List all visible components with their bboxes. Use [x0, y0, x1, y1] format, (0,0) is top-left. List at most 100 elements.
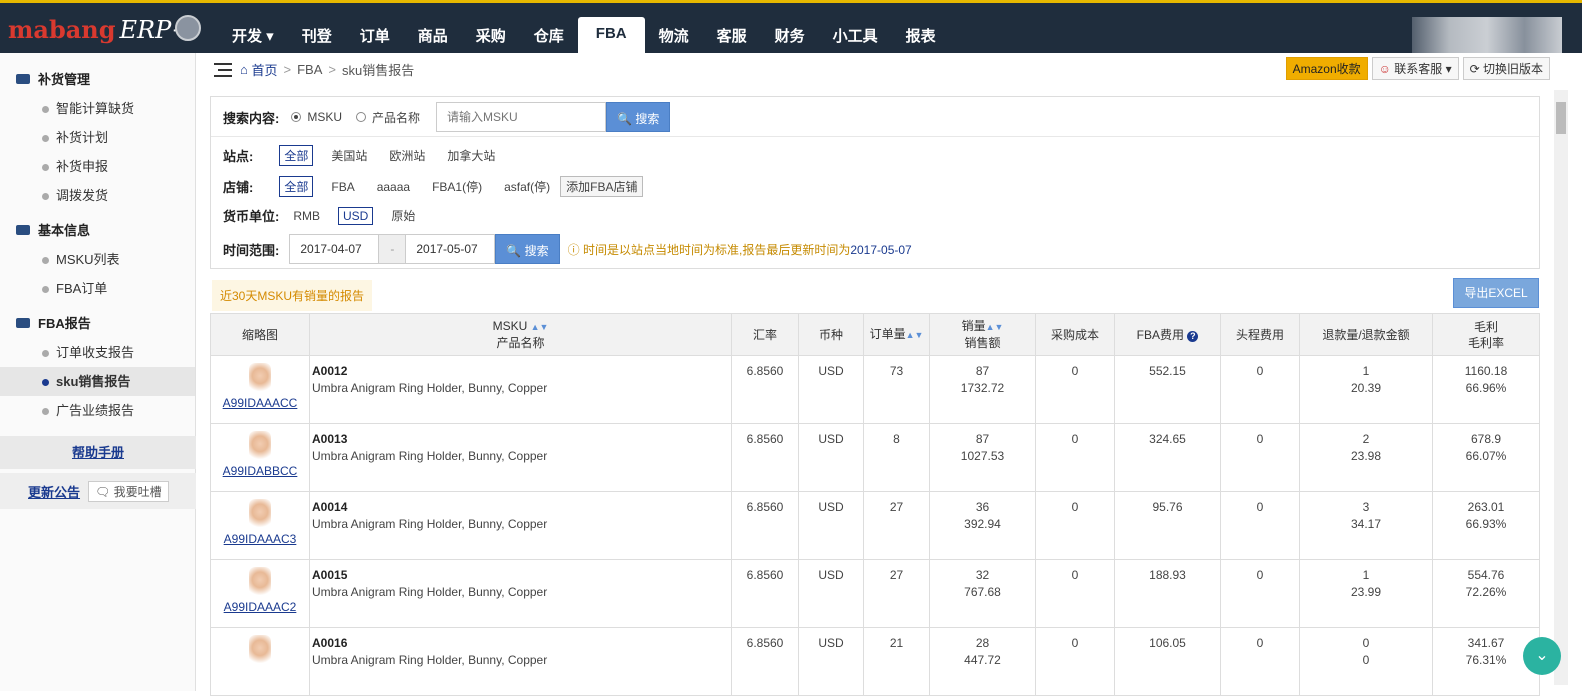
- currency-option[interactable]: USD: [338, 206, 374, 225]
- sort-icon[interactable]: ▲▼: [986, 322, 1004, 332]
- head-fee-cell: 0: [1220, 355, 1300, 424]
- scroll-down-button[interactable]: ⌄: [1523, 637, 1561, 675]
- refund-cell: 1 20.39: [1299, 355, 1433, 424]
- currency-cell: USD: [798, 355, 864, 424]
- notice-link[interactable]: 更新公告: [28, 482, 80, 501]
- col-profit: 毛利 毛利率: [1432, 313, 1540, 356]
- switch-version-button[interactable]: ⟳ 切换旧版本: [1462, 57, 1550, 80]
- contact-support-button[interactable]: ☺ 联系客服 ▾: [1371, 57, 1459, 80]
- nav-item[interactable]: 仓库: [520, 17, 578, 53]
- search-icon: 🔍: [506, 244, 525, 258]
- search-button[interactable]: 🔍 搜索: [606, 102, 671, 132]
- amazon-payment-button[interactable]: Amazon收款: [1285, 57, 1368, 80]
- head-fee-cell: 0: [1220, 423, 1300, 492]
- col-thumb: 缩略图: [210, 313, 310, 356]
- currency-option[interactable]: 原始: [387, 206, 419, 225]
- margin-value: 66.93%: [1465, 517, 1507, 531]
- nav-item-fba[interactable]: FBA: [577, 17, 645, 53]
- col-sales[interactable]: 销量▲▼ 销售额: [929, 313, 1036, 356]
- nav-item[interactable]: 商品: [404, 17, 462, 53]
- product-thumbnail[interactable]: [249, 431, 271, 463]
- date-to-input[interactable]: 2017-05-07: [405, 234, 496, 264]
- profit-cell: 263.01 66.93%: [1432, 491, 1540, 560]
- help-icon[interactable]: ?: [1187, 330, 1199, 342]
- sales-qty: 28: [975, 636, 990, 650]
- breadcrumb-separator: >: [283, 62, 292, 77]
- feedback-button[interactable]: 🗨 我要吐槽: [88, 480, 169, 502]
- profit-value: 1160.18: [1464, 364, 1508, 378]
- breadcrumb-current: sku销售报告: [341, 63, 415, 78]
- store-option[interactable]: FBA1(停): [428, 177, 486, 196]
- refund-cell: 1 23.99: [1299, 559, 1433, 628]
- truck-icon: [16, 317, 30, 328]
- asin-link[interactable]: A99IDAAAC2: [224, 600, 297, 614]
- product-thumbnail[interactable]: [249, 567, 271, 599]
- breadcrumb-home[interactable]: 首页: [251, 60, 277, 79]
- nav-item[interactable]: 财务: [761, 17, 819, 53]
- currency-option[interactable]: RMB: [289, 208, 324, 224]
- sales-qty: 32: [975, 568, 990, 582]
- sort-icon[interactable]: ▲▼: [531, 322, 549, 332]
- radio-product[interactable]: [356, 112, 367, 122]
- col-orders[interactable]: 订单量▲▼: [863, 313, 930, 356]
- breadcrumb-fba[interactable]: FBA: [297, 62, 322, 77]
- search-input[interactable]: [436, 102, 607, 132]
- currency-cell: USD: [798, 491, 864, 560]
- user-info-blurred[interactable]: [1412, 17, 1562, 53]
- sidebar-item[interactable]: 智能计算缺货: [0, 94, 195, 123]
- sidebar-item[interactable]: 补货计划: [0, 123, 195, 152]
- product-thumbnail[interactable]: [249, 499, 271, 531]
- nav-item[interactable]: 采购: [462, 17, 520, 53]
- asin-link[interactable]: A99IDAAAC3: [224, 532, 297, 546]
- sidebar-item[interactable]: 调拨发货: [0, 181, 195, 210]
- sidebar-item-active[interactable]: sku销售报告: [0, 367, 195, 396]
- add-store-button[interactable]: 添加FBA店铺: [560, 176, 644, 197]
- rate-cell: 6.8560: [731, 491, 799, 560]
- store-option[interactable]: aaaaa: [373, 179, 414, 195]
- asin-link[interactable]: A99IDAAACC: [223, 396, 298, 410]
- sidebar-item[interactable]: 补货申报: [0, 152, 195, 181]
- nav-item[interactable]: 刊登: [288, 17, 346, 53]
- msku-value: A0015: [312, 568, 348, 582]
- store-option[interactable]: FBA: [327, 179, 358, 195]
- site-option[interactable]: 欧洲站: [385, 146, 429, 165]
- date-search-button[interactable]: 🔍 搜索: [495, 234, 560, 264]
- time-tip-date: 2017-05-07: [850, 242, 912, 257]
- logo[interactable]: mabang ERP+: [8, 15, 191, 44]
- site-option[interactable]: 加拿大站: [443, 146, 499, 165]
- asin-link[interactable]: A99IDABBCC: [223, 464, 298, 478]
- product-thumbnail[interactable]: [249, 635, 271, 667]
- sidebar-item[interactable]: FBA订单: [0, 274, 195, 303]
- site-option[interactable]: 美国站: [327, 146, 371, 165]
- head-fee-cell: 0: [1220, 559, 1300, 628]
- store-option[interactable]: 全部: [279, 176, 314, 197]
- nav-item[interactable]: 客服: [703, 17, 761, 53]
- nav-item[interactable]: 物流: [645, 17, 703, 53]
- sales-cell: 28 447.72: [929, 627, 1036, 696]
- date-from-input[interactable]: 2017-04-07: [289, 234, 380, 264]
- nav-item[interactable]: 报表: [892, 17, 950, 53]
- help-link[interactable]: 帮助手册: [72, 445, 124, 460]
- sales-amount: 1027.53: [960, 449, 1005, 463]
- sidebar-item[interactable]: 广告业绩报告: [0, 396, 195, 425]
- sort-icon[interactable]: ▲▼: [906, 330, 924, 340]
- sales-cell: 32 767.68: [929, 559, 1036, 628]
- nav-item[interactable]: 小工具: [819, 17, 892, 53]
- globe-icon[interactable]: [175, 15, 201, 41]
- product-name: Umbra Anigram Ring Holder, Bunny, Copper: [312, 653, 548, 667]
- export-excel-button[interactable]: 导出EXCEL: [1453, 278, 1539, 308]
- product-thumbnail[interactable]: [249, 363, 271, 395]
- radio-msku[interactable]: [291, 112, 302, 122]
- scrollbar[interactable]: [1554, 90, 1568, 685]
- thumb-cell: A99IDAAACC: [210, 355, 310, 424]
- site-option[interactable]: 全部: [279, 145, 314, 166]
- scrollbar-thumb[interactable]: [1556, 102, 1566, 134]
- menu-toggle-icon[interactable]: [214, 62, 232, 77]
- sidebar-item[interactable]: MSKU列表: [0, 245, 195, 274]
- col-msku[interactable]: MSKU ▲▼ 产品名称: [309, 313, 732, 356]
- refund-amount: 20.39: [1350, 381, 1382, 395]
- nav-item[interactable]: 开发 ▾: [218, 17, 288, 53]
- store-option[interactable]: asfaf(停): [500, 177, 554, 196]
- sidebar-item[interactable]: 订单收支报告: [0, 338, 195, 367]
- nav-item[interactable]: 订单: [346, 17, 404, 53]
